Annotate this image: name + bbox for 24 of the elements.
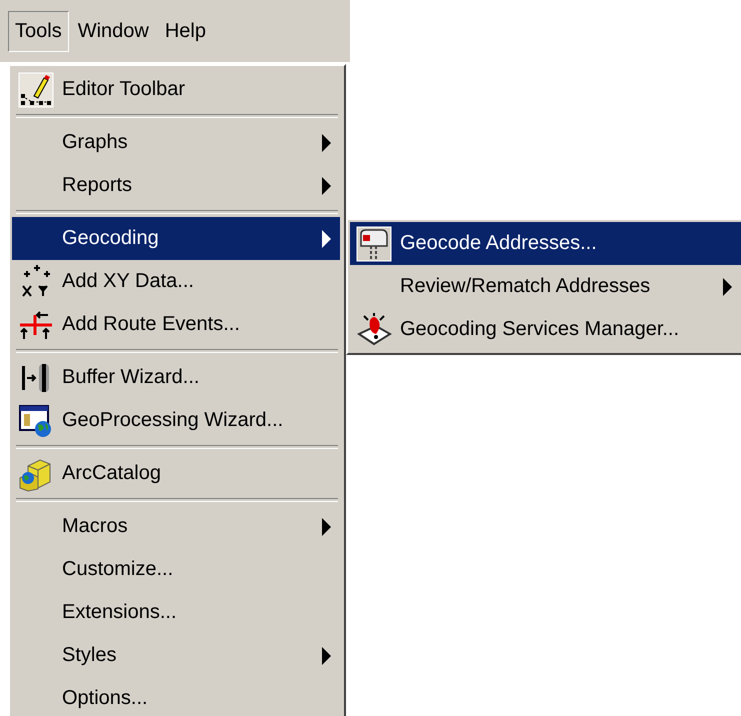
menu-item[interactable]: Geocode Addresses... [350,222,741,265]
menu-item[interactable]: Geocoding [12,217,340,260]
menu-bar-item[interactable]: Tools [8,10,69,52]
fire-icon [356,312,392,348]
menu-item[interactable]: ArcCatalog [12,452,340,495]
menu-bar-item[interactable]: Window [70,10,156,52]
menu-item[interactable]: GeoProcessing Wizard... [12,399,340,442]
menu-item[interactable]: Options... [12,677,340,716]
mailbox-icon [356,226,392,262]
menu-item[interactable]: Geocoding Services Manager... [350,308,741,351]
pencil-icon [18,72,54,108]
menu-item[interactable]: Macros [12,505,340,548]
menu-item[interactable]: Reports [12,164,340,207]
menu-item[interactable]: Styles [12,634,340,677]
menu-item[interactable]: Customize... [12,548,340,591]
menu-item[interactable]: Extensions... [12,591,340,634]
menu-item[interactable]: Graphs [12,121,340,164]
menu-bar-item[interactable]: Help [158,10,213,52]
menu-item[interactable]: Add Route Events... [12,303,340,346]
menu-item[interactable]: Review/Rematch Addresses [350,265,741,308]
menu-item[interactable]: Add XY Data... [12,260,340,303]
menu-item[interactable]: Buffer Wizard... [12,356,340,399]
globe-window-icon [18,402,54,438]
menu-item[interactable]: Editor Toolbar [12,68,340,111]
